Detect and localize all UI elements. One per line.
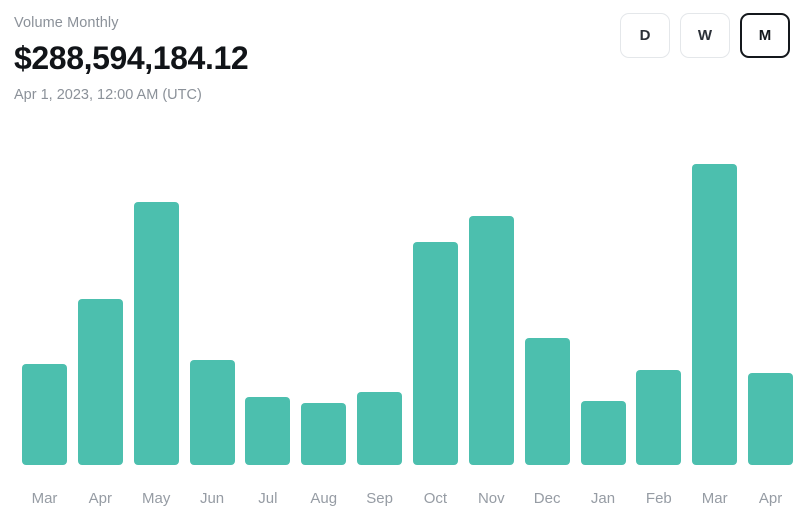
bar-slot[interactable] bbox=[245, 140, 290, 465]
bar-slot[interactable] bbox=[301, 140, 346, 465]
bar[interactable] bbox=[581, 401, 626, 465]
x-axis-tick-label: Aug bbox=[301, 489, 346, 509]
x-axis-tick-label: Oct bbox=[413, 489, 458, 509]
x-axis-tick-label: May bbox=[134, 489, 179, 509]
x-axis-tick-label: Apr bbox=[748, 489, 793, 509]
bar[interactable] bbox=[636, 370, 681, 465]
x-axis-tick-label: Apr bbox=[78, 489, 123, 509]
bar[interactable] bbox=[301, 403, 346, 465]
bar-slot[interactable] bbox=[525, 140, 570, 465]
bar-slot[interactable] bbox=[581, 140, 626, 465]
bar-slot[interactable] bbox=[134, 140, 179, 465]
x-axis-tick-label: Nov bbox=[469, 489, 514, 509]
bar-slot[interactable] bbox=[357, 140, 402, 465]
x-axis-tick-label: Sep bbox=[357, 489, 402, 509]
chart-plot-area bbox=[22, 140, 788, 465]
bar[interactable] bbox=[748, 373, 793, 465]
bar-chart: Mar Apr May Jun Jul Aug Sep Oct Nov Dec Jan Feb Mar A… bbox=[0, 0, 800, 525]
bar-slot[interactable] bbox=[190, 140, 235, 465]
bar[interactable] bbox=[190, 360, 235, 465]
bar-slot[interactable] bbox=[78, 140, 123, 465]
bar[interactable] bbox=[525, 338, 570, 465]
bar[interactable] bbox=[134, 202, 179, 465]
bar[interactable] bbox=[357, 392, 402, 465]
volume-monthly-chart-widget: Volume Monthly $288,594,184.12 Apr 1, 20… bbox=[0, 0, 800, 525]
bar-slot[interactable] bbox=[469, 140, 514, 465]
bar[interactable] bbox=[413, 242, 458, 465]
x-axis-tick-label: Feb bbox=[636, 489, 681, 509]
x-axis-tick-label: Jul bbox=[245, 489, 290, 509]
bar-slot[interactable] bbox=[748, 140, 793, 465]
bar[interactable] bbox=[245, 397, 290, 465]
bar[interactable] bbox=[22, 364, 67, 465]
bar-slot[interactable] bbox=[636, 140, 681, 465]
bar-slot[interactable] bbox=[413, 140, 458, 465]
x-axis-tick-label: Mar bbox=[692, 489, 737, 509]
x-axis-tick-label: Mar bbox=[22, 489, 67, 509]
bar[interactable] bbox=[469, 216, 514, 465]
bar-slot[interactable] bbox=[692, 140, 737, 465]
x-axis-labels: MarAprMayJunJulAugSepOctNovDecJanFebMarA… bbox=[22, 489, 788, 513]
bar[interactable] bbox=[692, 164, 737, 465]
x-axis-tick-label: Jan bbox=[581, 489, 626, 509]
bar-slot[interactable] bbox=[22, 140, 67, 465]
bar[interactable] bbox=[78, 299, 123, 465]
x-axis-tick-label: Jun bbox=[190, 489, 235, 509]
x-axis-tick-label: Dec bbox=[525, 489, 570, 509]
